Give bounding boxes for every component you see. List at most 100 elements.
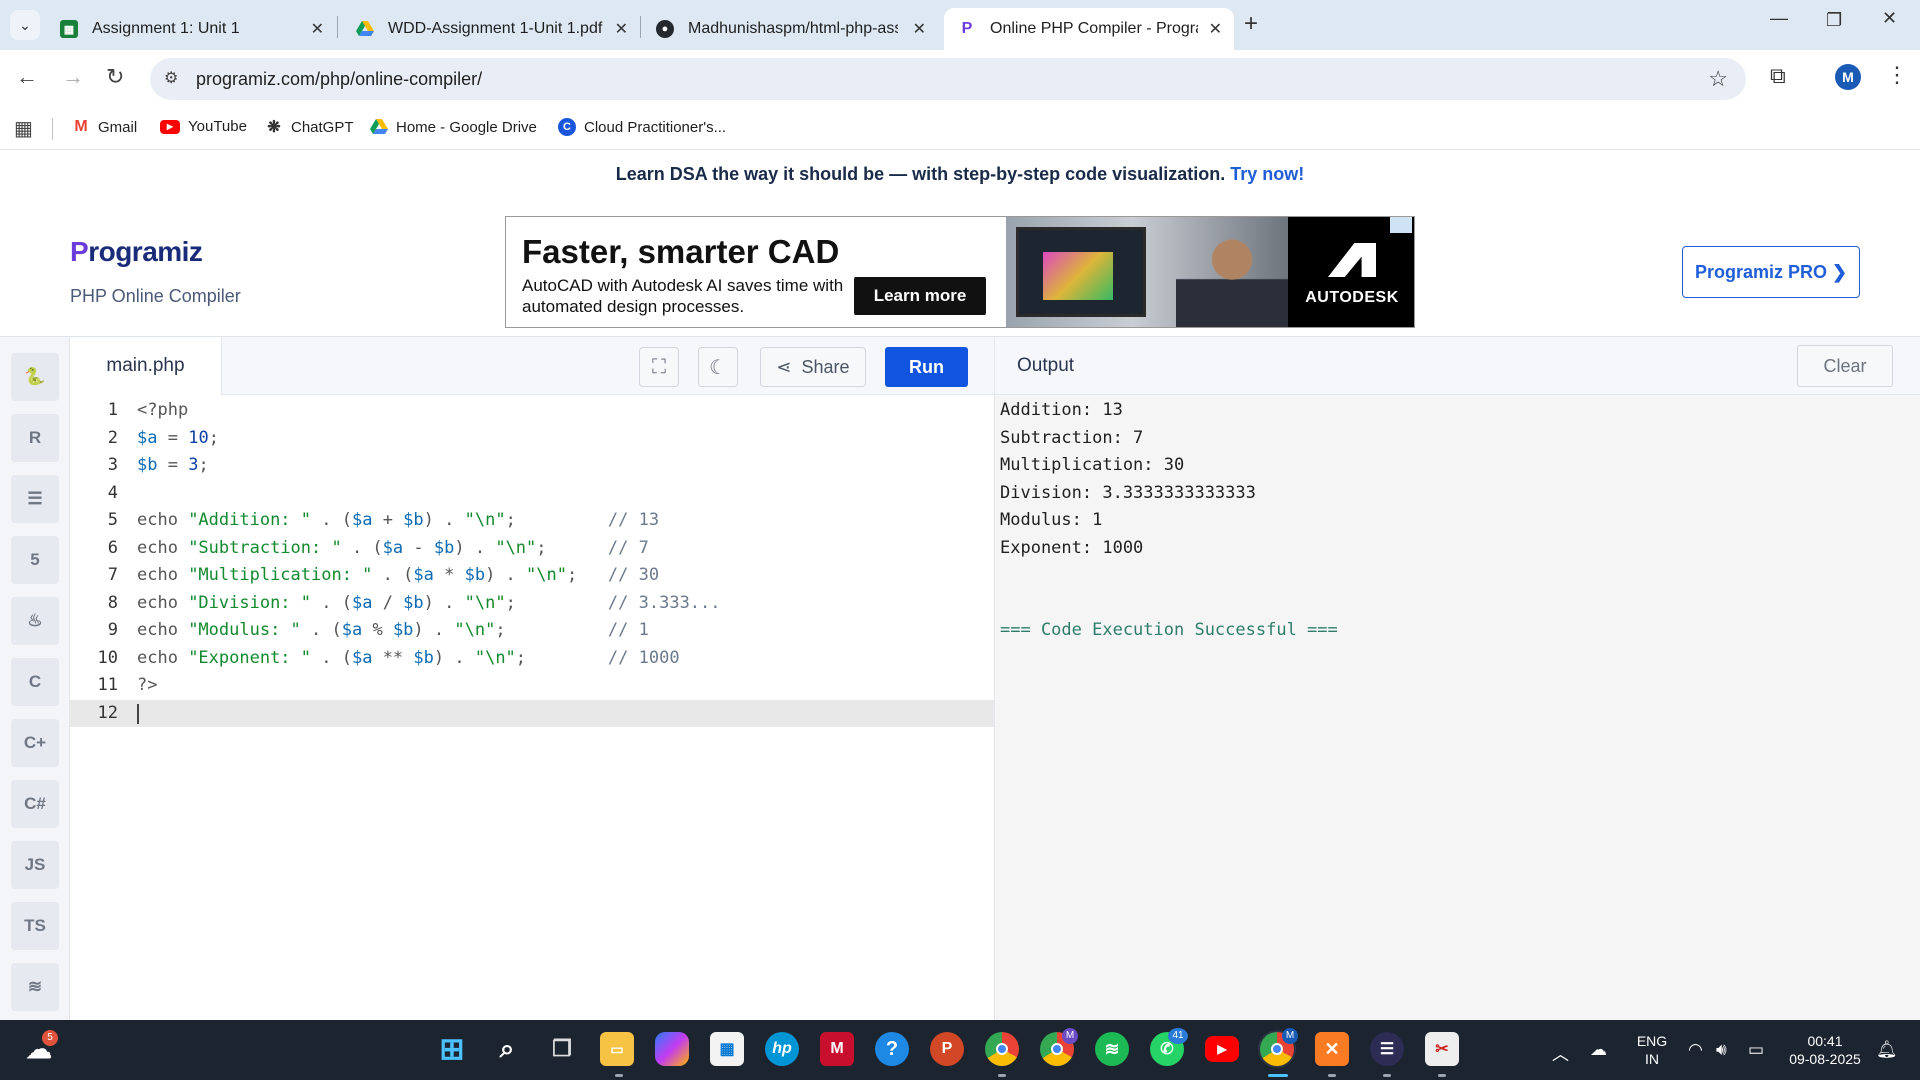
programiz-pro-button[interactable]: Programiz PRO ❯ bbox=[1682, 246, 1860, 298]
close-icon[interactable]: ✕ bbox=[913, 19, 926, 39]
javascript-icon[interactable]: JS bbox=[11, 841, 59, 889]
help-icon[interactable]: ? bbox=[875, 1032, 909, 1066]
spotify-icon[interactable]: ≋ bbox=[1095, 1032, 1129, 1066]
bookmark-star-icon[interactable]: ☆ bbox=[1708, 66, 1728, 92]
code-line[interactable]: 2 $a = 10; bbox=[70, 425, 994, 453]
fullscreen-icon[interactable]: ⛶ bbox=[639, 347, 679, 387]
bookmark-youtube[interactable]: ▶ YouTube bbox=[160, 118, 247, 135]
code-editor[interactable]: 1 <?php 2 $a = 10; 3 $b = 3; 4 5 echo "Addition:… bbox=[70, 395, 994, 1020]
code-line[interactable]: 5 echo "Addition: " . ($a + $b) . "\n"; /… bbox=[70, 507, 994, 535]
code-text[interactable]: echo "Modulus: " . ($a % $b) . "\n"; // … bbox=[137, 617, 649, 645]
code-text[interactable]: echo "Addition: " . ($a + $b) . "\n"; //… bbox=[137, 507, 659, 535]
tab-search-button[interactable]: ⌄ bbox=[10, 10, 40, 40]
profile-avatar[interactable]: M bbox=[1835, 64, 1861, 90]
code-line[interactable]: 3 $b = 3; bbox=[70, 452, 994, 480]
chrome-icon[interactable] bbox=[985, 1032, 1019, 1066]
clear-button[interactable]: Clear bbox=[1797, 345, 1893, 387]
search-icon[interactable]: ⌕ bbox=[490, 1032, 524, 1066]
code-text[interactable]: echo "Exponent: " . ($a ** $b) . "\n"; /… bbox=[137, 645, 680, 673]
run-button[interactable]: Run bbox=[885, 347, 968, 387]
ad-learn-more-button[interactable]: Learn more bbox=[854, 277, 986, 315]
copilot-icon[interactable] bbox=[655, 1032, 689, 1066]
code-line[interactable]: 4 bbox=[70, 480, 994, 508]
r-icon[interactable]: R bbox=[11, 414, 59, 462]
forward-icon[interactable]: → bbox=[62, 64, 84, 90]
code-line[interactable]: 12 bbox=[70, 699, 994, 727]
bookmark-google-drive[interactable]: Home - Google Drive bbox=[370, 118, 537, 136]
share-button[interactable]: ⋖ Share bbox=[760, 347, 866, 387]
tab-wdd-pdf[interactable]: WDD-Assignment 1-Unit 1.pdf ✕ bbox=[342, 8, 640, 50]
sql-icon[interactable]: ☰ bbox=[11, 475, 59, 523]
close-icon[interactable]: ✕ bbox=[311, 19, 324, 39]
python-icon[interactable]: 🐍 bbox=[11, 353, 59, 401]
terminal-icon[interactable]: ☰ bbox=[1370, 1032, 1404, 1066]
new-tab-icon[interactable]: + bbox=[1244, 10, 1258, 38]
adchoices-icon[interactable] bbox=[1390, 217, 1412, 233]
typescript-icon[interactable]: TS bbox=[11, 902, 59, 950]
code-line[interactable]: 11 ?> bbox=[70, 672, 994, 700]
code-line[interactable]: 8 echo "Division: " . ($a / $b) . "\n"; /… bbox=[70, 590, 994, 618]
code-text[interactable]: echo "Subtraction: " . ($a - $b) . "\n";… bbox=[137, 535, 649, 563]
bookmark-cloud-practitioner[interactable]: C Cloud Practitioner's... bbox=[558, 118, 726, 136]
bookmark-gmail[interactable]: M Gmail bbox=[72, 118, 137, 136]
url-text[interactable]: programiz.com/php/online-compiler/ bbox=[196, 69, 482, 90]
language-indicator[interactable]: ENG IN bbox=[1632, 1032, 1672, 1068]
restore-icon[interactable]: ❐ bbox=[1826, 10, 1842, 31]
wifi-icon[interactable]: ◠ bbox=[1688, 1040, 1703, 1060]
powerpoint-icon[interactable]: P bbox=[930, 1032, 964, 1066]
tab-assignment-sheet[interactable]: ▦ Assignment 1: Unit 1 ✕ bbox=[46, 8, 336, 50]
back-icon[interactable]: ← bbox=[16, 64, 38, 90]
tab-github[interactable]: ● Madhunishaspm/html-php-assi ✕ bbox=[642, 8, 938, 50]
tray-chevron-icon[interactable]: ︿ bbox=[1552, 1040, 1569, 1065]
onedrive-icon[interactable]: ☁ bbox=[1590, 1040, 1607, 1060]
clock[interactable]: 00:41 09-08-2025 bbox=[1780, 1032, 1870, 1068]
store-icon[interactable]: ▦ bbox=[710, 1032, 744, 1066]
youtube-icon[interactable]: ▶ bbox=[1205, 1036, 1239, 1062]
cpp-icon[interactable]: C+ bbox=[11, 719, 59, 767]
volume-icon[interactable]: 🔊︎ bbox=[1716, 1040, 1727, 1060]
minimize-icon[interactable]: — bbox=[1770, 8, 1788, 29]
address-bar[interactable]: ⚙ programiz.com/php/online-compiler/ ☆ bbox=[150, 58, 1746, 100]
code-line[interactable]: 6 echo "Subtraction: " . ($a - $b) . "\n"… bbox=[70, 535, 994, 563]
tab-programiz[interactable]: P Online PHP Compiler - Program ✕ bbox=[944, 8, 1234, 50]
code-text[interactable]: $a = 10; bbox=[137, 425, 219, 453]
site-info-icon[interactable]: ⚙ bbox=[164, 68, 178, 88]
advertisement-banner[interactable]: Faster, smarter CAD AutoCAD with Autodes… bbox=[505, 216, 1415, 328]
extensions-icon[interactable]: ⧉ bbox=[1770, 63, 1786, 89]
bookmark-chatgpt[interactable]: ❋ ChatGPT bbox=[265, 118, 353, 137]
file-explorer-icon[interactable]: ▭ bbox=[600, 1032, 634, 1066]
code-text[interactable]: echo "Multiplication: " . ($a * $b) . "\… bbox=[137, 562, 659, 590]
close-icon[interactable]: ✕ bbox=[1209, 19, 1222, 39]
notification-bell-icon[interactable]: 🔔︎ bbox=[1876, 1040, 1898, 1060]
programiz-logo[interactable]: Programiz bbox=[70, 236, 203, 268]
dark-mode-icon[interactable]: ☾ bbox=[698, 347, 738, 387]
reload-icon[interactable]: ↻ bbox=[106, 64, 124, 90]
mcafee-icon[interactable]: M bbox=[820, 1032, 854, 1066]
tab-separator bbox=[337, 16, 338, 38]
c-icon[interactable]: C bbox=[11, 658, 59, 706]
promo-link[interactable]: Try now! bbox=[1230, 164, 1304, 184]
snipping-icon[interactable]: ✂ bbox=[1425, 1032, 1459, 1066]
code-text[interactable]: $b = 3; bbox=[137, 452, 209, 480]
xampp-icon[interactable]: ✕ bbox=[1315, 1032, 1349, 1066]
start-icon[interactable]: ⊞ bbox=[435, 1032, 469, 1066]
apps-grid-icon[interactable]: ▦ bbox=[14, 116, 33, 141]
code-line[interactable]: 9 echo "Modulus: " . ($a % $b) . "\n"; //… bbox=[70, 617, 994, 645]
code-line[interactable]: 1 <?php bbox=[70, 397, 994, 425]
html5-icon[interactable]: 5 bbox=[11, 536, 59, 584]
battery-icon[interactable]: ▭ bbox=[1748, 1040, 1764, 1060]
code-line[interactable]: 10 echo "Exponent: " . ($a ** $b) . "\n";… bbox=[70, 645, 994, 673]
task-view-icon[interactable]: ❐ bbox=[545, 1032, 579, 1066]
java-icon[interactable]: ♨ bbox=[11, 597, 59, 645]
code-text[interactable]: <?php bbox=[137, 397, 188, 425]
hp-icon[interactable]: hp bbox=[765, 1032, 799, 1066]
window-close-icon[interactable]: ✕ bbox=[1882, 8, 1897, 29]
menu-dots-icon[interactable]: ⋮ bbox=[1886, 62, 1908, 88]
swift-icon[interactable]: ≋ bbox=[11, 963, 59, 1011]
code-line[interactable]: 7 echo "Multiplication: " . ($a * $b) . "… bbox=[70, 562, 994, 590]
close-icon[interactable]: ✕ bbox=[615, 19, 628, 39]
code-text[interactable]: echo "Division: " . ($a / $b) . "\n"; //… bbox=[137, 590, 721, 618]
file-tab-main-php[interactable]: main.php bbox=[70, 337, 222, 395]
csharp-icon[interactable]: C# bbox=[11, 780, 59, 828]
code-text[interactable]: ?> bbox=[137, 672, 157, 700]
